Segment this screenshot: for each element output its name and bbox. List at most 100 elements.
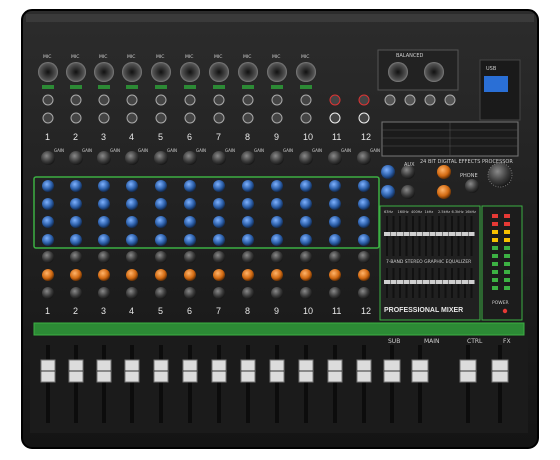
eq-knob[interactable] [271, 198, 283, 210]
eq-knob[interactable] [184, 198, 196, 210]
eq-knob[interactable] [300, 216, 312, 228]
eq-knob[interactable] [358, 234, 370, 246]
eq-slider-cap[interactable] [397, 280, 403, 284]
aux-send-knob[interactable] [271, 251, 283, 263]
insert-jack[interactable] [300, 112, 312, 124]
insert-jack[interactable] [98, 112, 110, 124]
eq-knob[interactable] [126, 234, 138, 246]
eq-knob[interactable] [242, 198, 254, 210]
eq-slider-cap[interactable] [468, 232, 475, 236]
fx-send-knob[interactable] [155, 269, 167, 281]
line-input-jack[interactable] [98, 94, 110, 106]
line-input-jack[interactable] [213, 94, 225, 106]
fx-send-knob[interactable] [126, 269, 138, 281]
aux-send-knob[interactable] [329, 251, 341, 263]
fx-send-knob[interactable] [98, 269, 110, 281]
insert-jack[interactable] [155, 112, 167, 124]
mic-input-xlr[interactable] [180, 62, 200, 82]
eq-knob[interactable] [300, 234, 312, 246]
eq-knob[interactable] [213, 234, 225, 246]
line-switch[interactable] [242, 85, 254, 89]
eq-slider-cap[interactable] [455, 232, 462, 236]
eq-slider-cap[interactable] [429, 232, 436, 236]
eq-knob[interactable] [213, 180, 225, 192]
line-input-jack[interactable] [42, 94, 54, 106]
fx-send-knob[interactable] [213, 269, 225, 281]
fx-knob-1[interactable] [437, 165, 451, 179]
eq-knob[interactable] [329, 198, 341, 210]
aux-knob-1[interactable] [381, 165, 395, 179]
aux-send-knob[interactable] [155, 251, 167, 263]
eq-knob[interactable] [98, 180, 110, 192]
eq-slider-cap[interactable] [436, 280, 442, 284]
eq-knob[interactable] [126, 198, 138, 210]
eq-knob[interactable] [271, 216, 283, 228]
eq-slider-cap[interactable] [416, 232, 423, 236]
aux-knob-4[interactable] [401, 185, 415, 199]
eq-slider-cap[interactable] [455, 280, 462, 284]
eq-knob[interactable] [184, 216, 196, 228]
gain-knob[interactable] [183, 151, 197, 165]
aux-send-knob[interactable] [126, 251, 138, 263]
insert-jack[interactable] [184, 112, 196, 124]
line-switch[interactable] [213, 85, 225, 89]
eq-slider-cap[interactable] [423, 280, 429, 284]
eq-knob[interactable] [98, 198, 110, 210]
eq-knob[interactable] [213, 198, 225, 210]
eq-slider-cap[interactable] [390, 280, 397, 284]
eq-knob[interactable] [42, 180, 54, 192]
fx-send-knob[interactable] [42, 269, 54, 281]
eq-slider-cap[interactable] [410, 280, 416, 284]
eq-slider-cap[interactable] [416, 280, 423, 284]
fx-program-dial[interactable] [487, 162, 513, 188]
mic-input-xlr[interactable] [122, 62, 142, 82]
eq-knob[interactable] [42, 234, 54, 246]
eq-knob[interactable] [329, 180, 341, 192]
eq-knob[interactable] [184, 234, 196, 246]
pan-knob[interactable] [98, 287, 110, 299]
line-input-jack[interactable] [300, 94, 312, 106]
gain-knob[interactable] [97, 151, 111, 165]
gain-knob[interactable] [154, 151, 168, 165]
fx-send-knob[interactable] [358, 269, 370, 281]
fx-send-knob[interactable] [242, 269, 254, 281]
pan-knob[interactable] [155, 287, 167, 299]
gain-knob[interactable] [270, 151, 284, 165]
gain-knob[interactable] [212, 151, 226, 165]
insert-jack[interactable] [126, 112, 138, 124]
mic-input-xlr[interactable] [38, 62, 58, 82]
eq-slider-cap[interactable] [390, 232, 397, 236]
insert-jack[interactable] [271, 112, 283, 124]
phone-knob[interactable] [465, 179, 479, 193]
fx-send-knob[interactable] [184, 269, 196, 281]
mic-input-xlr[interactable] [94, 62, 114, 82]
pan-knob[interactable] [300, 287, 312, 299]
eq-knob[interactable] [271, 234, 283, 246]
line-switch[interactable] [184, 85, 196, 89]
eq-knob[interactable] [98, 234, 110, 246]
rca-input-red[interactable] [329, 94, 341, 106]
line-switch[interactable] [70, 85, 82, 89]
pan-knob[interactable] [242, 287, 254, 299]
insert-jack[interactable] [42, 112, 54, 124]
eq-knob[interactable] [42, 216, 54, 228]
fx-knob-2[interactable] [437, 185, 451, 199]
eq-knob[interactable] [271, 180, 283, 192]
eq-knob[interactable] [70, 198, 82, 210]
mic-input-xlr[interactable] [267, 62, 287, 82]
eq-knob[interactable] [300, 180, 312, 192]
eq-knob[interactable] [300, 198, 312, 210]
eq-knob[interactable] [213, 216, 225, 228]
eq-slider-cap[interactable] [429, 280, 436, 284]
eq-knob[interactable] [155, 198, 167, 210]
eq-slider-cap[interactable] [449, 232, 455, 236]
aux-send-knob[interactable] [42, 251, 54, 263]
insert-jack[interactable] [242, 112, 254, 124]
eq-slider-cap[interactable] [468, 280, 475, 284]
pan-knob[interactable] [271, 287, 283, 299]
eq-slider-cap[interactable] [436, 232, 442, 236]
line-input-jack[interactable] [126, 94, 138, 106]
line-switch[interactable] [155, 85, 167, 89]
mic-input-xlr[interactable] [238, 62, 258, 82]
insert-jack[interactable] [70, 112, 82, 124]
